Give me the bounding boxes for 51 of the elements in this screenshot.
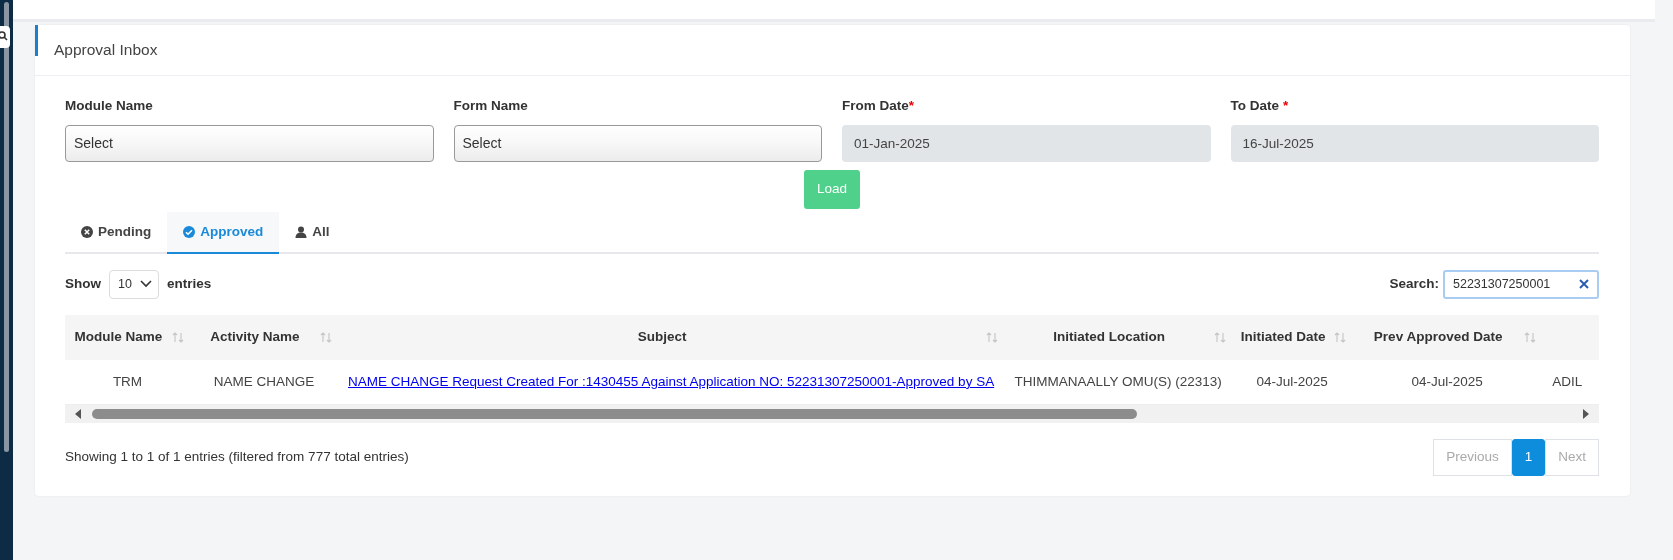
tab[interactable]: All: [279, 211, 346, 254]
table-cell: TRM: [112, 373, 143, 389]
circle-x-icon: [81, 225, 93, 238]
search-label: Search:: [1389, 275, 1439, 294]
field-label: To Date *: [1230, 97, 1290, 115]
table-cell: THIMMANAALLY OMU(S) (22313): [1014, 373, 1222, 389]
sort-icon[interactable]: [1214, 331, 1227, 343]
column-header[interactable]: Prev Approved Date: [1352, 314, 1543, 360]
sort-icon[interactable]: [1334, 331, 1347, 343]
clear-icon[interactable]: [1579, 279, 1589, 290]
search-field[interactable]: 52231307250001: [1443, 269, 1599, 299]
table-cell: NAME CHANGE: [213, 373, 315, 389]
required-mark: *: [1283, 98, 1289, 113]
field-label: Module Name: [65, 97, 154, 115]
required-mark: *: [908, 98, 915, 113]
table-cell: ADIL: [1552, 373, 1583, 389]
date-field[interactable]: 16-Jul-2025: [1230, 125, 1599, 163]
date-field[interactable]: 01-Jan-2025: [842, 125, 1211, 163]
sort-icon[interactable]: [320, 331, 332, 343]
select-field[interactable]: Select: [453, 125, 822, 163]
table-cell: 04-Jul-2025: [1411, 373, 1483, 389]
tab[interactable]: Pending: [65, 211, 168, 254]
entries-info: Showing 1 to 1 of 1 entries (filtered from 777 total entries): [65, 448, 409, 467]
column-header[interactable]: Module Name: [65, 314, 190, 360]
user-icon: [295, 225, 308, 238]
scroll-right-icon[interactable]: [1581, 408, 1591, 421]
circle-check-icon: [183, 225, 196, 238]
scrollbar-thumb[interactable]: [92, 409, 1137, 420]
page-button[interactable]: 1: [1511, 439, 1546, 476]
column-header[interactable]: Activity Name: [190, 314, 338, 360]
scrollbar-thumb[interactable]: [4, 2, 9, 452]
entries-select[interactable]: 10: [109, 269, 159, 299]
sort-icon[interactable]: [172, 331, 184, 343]
subject-link[interactable]: NAME CHANGE Request Created For :1430455 Against Application NO: 52231307250001-Approved by SA: [348, 373, 995, 389]
entries-label: entries: [166, 275, 212, 294]
sort-icon[interactable]: [986, 331, 999, 343]
search-icon[interactable]: [0, 26, 10, 48]
card-title: Approval Inbox: [54, 40, 158, 61]
select-field[interactable]: Select: [65, 125, 434, 163]
chevron-down-icon: [139, 280, 152, 289]
column-header[interactable]: Subject: [338, 314, 1005, 360]
sort-icon[interactable]: [1524, 331, 1537, 343]
field-label: Form Name: [453, 97, 529, 115]
show-label: Show: [65, 275, 101, 294]
column-header[interactable]: Initiated Date: [1232, 314, 1353, 360]
field-label: From Date*: [842, 97, 916, 115]
header-accent: [35, 25, 38, 56]
table-cell: 04-Jul-2025: [1256, 373, 1328, 389]
column-header[interactable]: Initiated Location: [1004, 314, 1233, 360]
horizontal-scrollbar[interactable]: [65, 405, 1599, 424]
scroll-left-icon[interactable]: [73, 408, 83, 421]
